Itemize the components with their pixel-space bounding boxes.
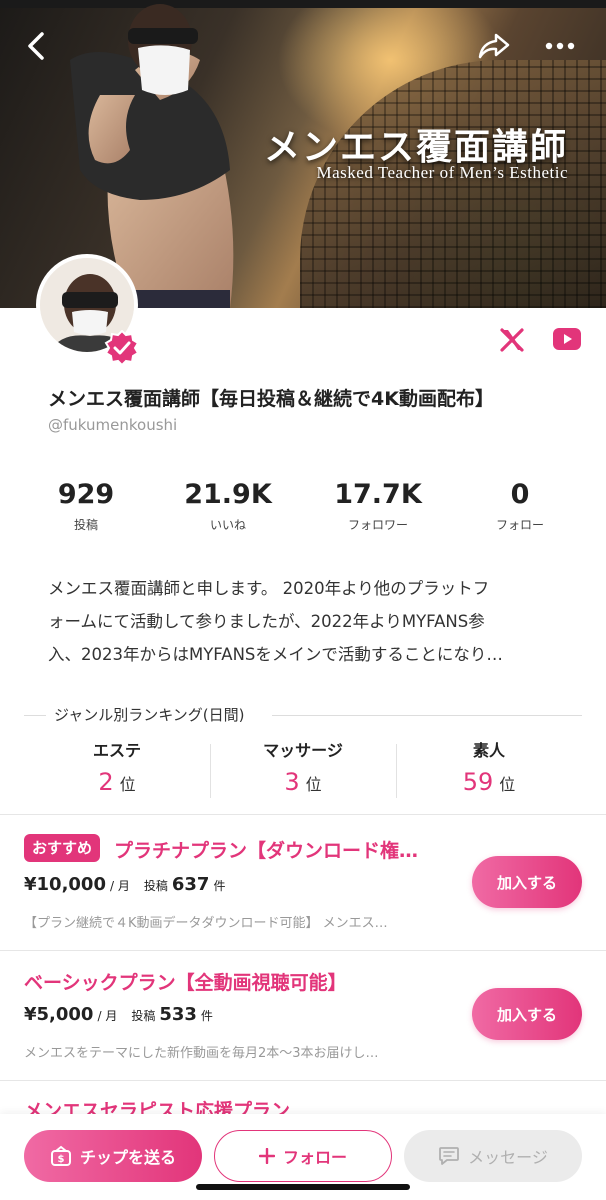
plus-icon [258,1148,275,1164]
ranking-genre: 素人 [472,741,505,760]
plan-title: プラチナプラン【ダウンロード権… [114,840,419,862]
profile-name: メンエス覆面講師【毎日投稿＆継続で4K動画配布】 [48,388,494,410]
ranking-position: 59 [462,768,494,796]
stat-followers-value: 17.7K [334,479,422,510]
profile-bio[interactable]: メンエス覆面講師と申します。 2020年より他のプラットフ ォームにて活動して参… [48,572,568,671]
ranking-unit: 位 [499,775,516,794]
ranking-position: 2 [98,768,114,796]
stat-posts-value: 929 [57,479,115,510]
plan-posts-unit: 件 [213,879,226,893]
recommended-badge: おすすめ [24,834,101,862]
more-options-button[interactable] [542,28,578,64]
plan-title: ベーシックプラン【全動画視聴可能】 [24,972,347,994]
bio-line: 入、2023年からはMYFANSをメインで活動することになり… [48,645,503,664]
stat-likes-label: いいね [209,518,246,532]
stat-followers[interactable]: 17.7K フォロワー [308,478,448,533]
stat-likes[interactable]: 21.9K いいね [158,478,298,533]
profile-handle: @fukumenkoushi [48,416,178,434]
divider [24,715,46,716]
ranking-header: ジャンル別ランキング(日間) [24,704,582,728]
plan-description: メンエスをテーマにした新作動画を毎月2本〜3本お届けし… [24,1046,379,1061]
plan-price: ¥10,000 [24,874,106,895]
plan-description: 【プラン継続で４K動画データダウンロード可能】 メンエス… [24,916,388,931]
plan-price-row: ¥5,000/ 月投稿 533 件 [24,1004,213,1025]
more-dots-icon [545,42,575,50]
message-icon [438,1146,460,1166]
plan-posts-label: 投稿 [143,879,168,893]
share-icon [478,33,510,59]
ranking-item-amateur[interactable]: 素人 59 位 [396,740,582,804]
bio-line: メンエス覆面講師と申します。 2020年より他のプラットフ [48,579,490,598]
plan-price-row: ¥10,000/ 月投稿 637 件 [24,874,225,895]
stat-following[interactable]: 0 フォロー [450,478,590,533]
back-button[interactable] [18,28,54,64]
x-icon[interactable] [498,326,526,354]
ranking-item-esthe[interactable]: エステ 2位 [24,740,210,804]
message-label: メッセージ [468,1148,548,1167]
plan-posts-count: 637 [171,874,210,895]
ranking-list: エステ 2位 マッサージ 3位 素人 59 位 [24,740,582,804]
follow-label: フォロー [282,1148,347,1167]
ranking-title: ジャンル別ランキング(日間) [50,704,249,725]
home-indicator [196,1184,410,1190]
plan-period: / 月 [109,879,130,893]
share-button[interactable] [476,28,512,64]
stat-posts-label: 投稿 [73,518,98,532]
divider [272,715,582,716]
message-button[interactable]: メッセージ [404,1130,582,1182]
plan-posts-count: 533 [159,1004,197,1025]
chevron-left-icon [28,32,44,60]
cover-background-wall [300,60,606,308]
youtube-icon[interactable] [552,326,582,352]
profile-stats: 929 投稿 21.9K いいね 17.7K フォロワー 0 フォロー [0,478,606,538]
plan-card-platinum[interactable]: おすすめ プラチナプラン【ダウンロード権… ¥10,000/ 月投稿 637 件 【… [0,814,606,950]
stat-likes-value: 21.9K [184,479,272,510]
plan-title: メンエスセラピスト応援プラン [24,1100,291,1114]
svg-text:$: $ [58,1154,65,1165]
stat-posts[interactable]: 929 投稿 [16,478,156,533]
ranking-item-massage[interactable]: マッサージ 3位 [210,740,396,804]
plan-card-basic[interactable]: ベーシックプラン【全動画視聴可能】 ¥5,000/ 月投稿 533 件 メンエスをテ… [0,950,606,1080]
follow-button[interactable]: フォロー [214,1130,392,1182]
join-button[interactable]: 加入する [472,988,582,1040]
plan-price: ¥5,000 [24,1004,94,1025]
plan-period: / 月 [97,1009,118,1023]
plan-posts-unit: 件 [200,1009,213,1023]
plan-card-supporter[interactable]: メンエスセラピスト応援プラン [0,1080,606,1114]
ranking-genre: マッサージ [263,741,343,760]
verified-badge-icon [104,330,140,366]
tip-icon: $ [50,1145,72,1167]
send-tip-label: チップを送る [79,1148,176,1167]
plan-posts-label: 投稿 [131,1009,156,1023]
bio-line: ォームにて活動して参りましたが、2022年よりMYFANS参 [48,612,485,631]
join-button[interactable]: 加入する [472,856,582,908]
ranking-genre: エステ [92,741,141,760]
send-tip-button[interactable]: $ チップを送る [24,1130,202,1182]
ranking-position: 3 [284,768,300,796]
ranking-unit: 位 [305,775,322,794]
stat-following-value: 0 [510,479,530,510]
ranking-unit: 位 [119,775,136,794]
cover-subtitle: Masked Teacher of Men’s Esthetic [316,163,568,182]
stat-following-label: フォロー [495,518,544,532]
stat-followers-label: フォロワー [347,518,408,532]
